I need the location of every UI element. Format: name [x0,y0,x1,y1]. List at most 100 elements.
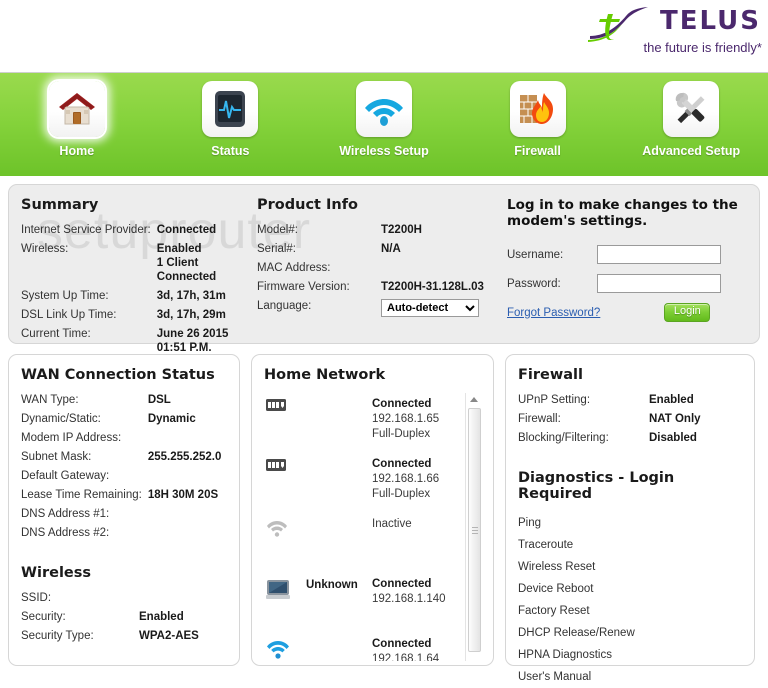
device-name [306,517,372,519]
product-row-serial: Serial#: N/A [257,242,495,261]
firewall-label-blocking: Blocking/Filtering: [518,432,609,444]
wan-value-modem-ip [148,431,227,450]
wireless-table: SSID: Security: Enabled Security Type: W… [21,591,227,648]
nav-item-wireless-setup[interactable]: Wireless Setup [307,81,461,158]
wan-row-gateway: Default Gateway: [21,469,227,488]
wireless-row-ssid: SSID: [21,591,227,610]
firewall-value-blocking: Disabled [649,432,697,444]
password-input[interactable] [597,274,721,293]
diagnostics-title: Diagnostics - Login Required [518,470,675,502]
summary-row-isp: Internet Service Provider: Connected [21,223,253,242]
nav-item-status[interactable]: Status [154,81,308,158]
list-item[interactable]: Connected 192.168.1.65 Full-Duplex [264,393,459,453]
summary-row-system-uptime: System Up Time: 3d, 17h, 31m [21,289,253,308]
wan-row-dns1: DNS Address #1: [21,507,227,526]
product-value-serial: N/A [381,243,401,255]
summary-table: Internet Service Provider: Connected Wir… [21,223,253,360]
scrollbar-thumb[interactable] [468,408,481,652]
diagnostics-item-factory-reset[interactable]: Factory Reset [518,600,742,622]
product-row-language: Language: Auto-detect [257,299,495,322]
product-row-model: Model#: T2200H [257,223,495,242]
login-button[interactable]: Login [664,303,711,322]
product-value-mac [381,261,495,280]
nav-tile-status[interactable] [202,81,259,137]
house-icon [58,93,95,125]
summary-value-dsl-uptime: 3d, 17h, 29m [156,309,226,321]
wireless-label-security-type: Security Type: [21,630,94,642]
wan-label-dns1: DNS Address #1: [21,508,110,520]
nav-item-firewall[interactable]: Firewall [461,81,615,158]
product-value-model: T2200H [381,224,422,236]
firewall-panel: Firewall UPnP Setting: Enabled Firewall:… [505,354,755,683]
list-item[interactable]: Connected 192.168.1.66 Full-Duplex [264,453,459,513]
list-item[interactable]: Inactive [264,513,459,573]
home-network-scrollbar[interactable] [465,393,481,661]
firewall-table: UPnP Setting: Enabled Firewall: NAT Only… [518,393,742,450]
forgot-password-link[interactable]: Forgot Password? [507,307,600,319]
wan-row-lease: Lease Time Remaining: 18H 30M 20S [21,488,227,507]
wan-value-type: DSL [147,394,171,406]
login-section: Log in to make changes to the modem's se… [507,197,765,322]
diagnostics-item-dhcp-release-renew[interactable]: DHCP Release/Renew [518,622,742,644]
device-status: Connected [372,638,432,650]
scroll-up-arrow-icon[interactable] [466,393,481,406]
nav-item-advanced-setup[interactable]: Advanced Setup [614,81,768,158]
summary-title: Summary [21,197,99,213]
language-select[interactable]: Auto-detect [381,299,479,317]
nav-label-wireless-setup: Wireless Setup [339,144,429,158]
nav-tile-wireless-setup[interactable] [355,81,412,137]
product-label-model: Model#: [257,224,298,236]
nav-label-firewall: Firewall [514,144,561,158]
wan-row-modem-ip: Modem IP Address: [21,431,227,450]
firewall-row-upnp: UPnP Setting: Enabled [518,393,742,412]
wan-label-dynamic-static: Dynamic/Static: [21,413,101,425]
wan-value-dynamic-static: Dynamic [147,413,196,425]
wan-status-title: WAN Connection Status [21,367,215,383]
username-input[interactable] [597,245,721,264]
ethernet-port-icon [266,459,286,471]
wan-row-subnet: Subnet Mask: 255.255.252.0 [21,450,227,469]
username-row: Username: [507,245,765,264]
wan-label-subnet: Subnet Mask: [21,451,92,463]
firewall-title: Firewall [518,367,583,383]
wan-value-subnet: 255.255.252.0 [147,451,222,463]
top-info-panel: setuprouter Summary Internet Service Pro… [8,184,760,354]
nav-tile-advanced-setup[interactable] [663,81,720,137]
nav-tile-firewall[interactable] [509,81,566,137]
wifi-blue-icon [267,641,289,659]
bottom-panels: WAN Connection Status WAN Type: DSL Dyna… [8,354,760,683]
wan-row-dns2: DNS Address #2: [21,526,227,545]
monitor-pulse-icon [215,91,246,127]
diagnostics-item-users-manual[interactable]: User's Manual [518,666,742,688]
scrollbar-grip-icon [472,527,478,536]
nav-tile-home[interactable] [48,81,105,137]
list-item[interactable]: Connected 192.168.1.64 [264,633,459,661]
wireless-label-ssid: SSID: [21,592,52,604]
home-network-title: Home Network [264,367,386,383]
firewall-row-firewall: Firewall: NAT Only [518,412,742,431]
product-label-serial: Serial#: [257,243,296,255]
nav-label-advanced-setup: Advanced Setup [642,144,741,158]
diagnostics-item-device-reboot[interactable]: Device Reboot [518,578,742,600]
telus-tagline: the future is friendly* [643,40,762,55]
login-actions: Forgot Password? Login [507,303,765,322]
device-name [306,397,372,399]
wan-row-type: WAN Type: DSL [21,393,227,412]
page-header: TELUS the future is friendly* [0,0,768,72]
diagnostics-item-hpna-diagnostics[interactable]: HPNA Diagnostics [518,644,742,666]
nav-label-status: Status [211,144,250,158]
telus-wordmark: TELUS [660,6,761,36]
diagnostics-item-traceroute[interactable]: Traceroute [518,534,742,556]
wan-status-table: WAN Type: DSL Dynamic/Static: Dynamic Mo… [21,393,227,545]
product-info-section: Product Info Model#: T2200H Serial#: N/A… [257,197,495,322]
diagnostics-item-ping[interactable]: Ping [518,512,742,534]
wan-label-modem-ip: Modem IP Address: [21,432,122,444]
product-value-firmware: T2200H-31.128L.03 [381,281,484,293]
summary-value-isp: Connected [156,224,217,236]
main-navigation: Home Status Wireless Setup Firewall Adva… [0,72,768,176]
password-label: Password: [507,277,561,290]
diagnostics-item-wireless-reset[interactable]: Wireless Reset [518,556,742,578]
scrollbar-track[interactable] [466,406,481,661]
list-item[interactable]: Unknown Connected 192.168.1.140 [264,573,459,633]
nav-item-home[interactable]: Home [0,81,154,158]
